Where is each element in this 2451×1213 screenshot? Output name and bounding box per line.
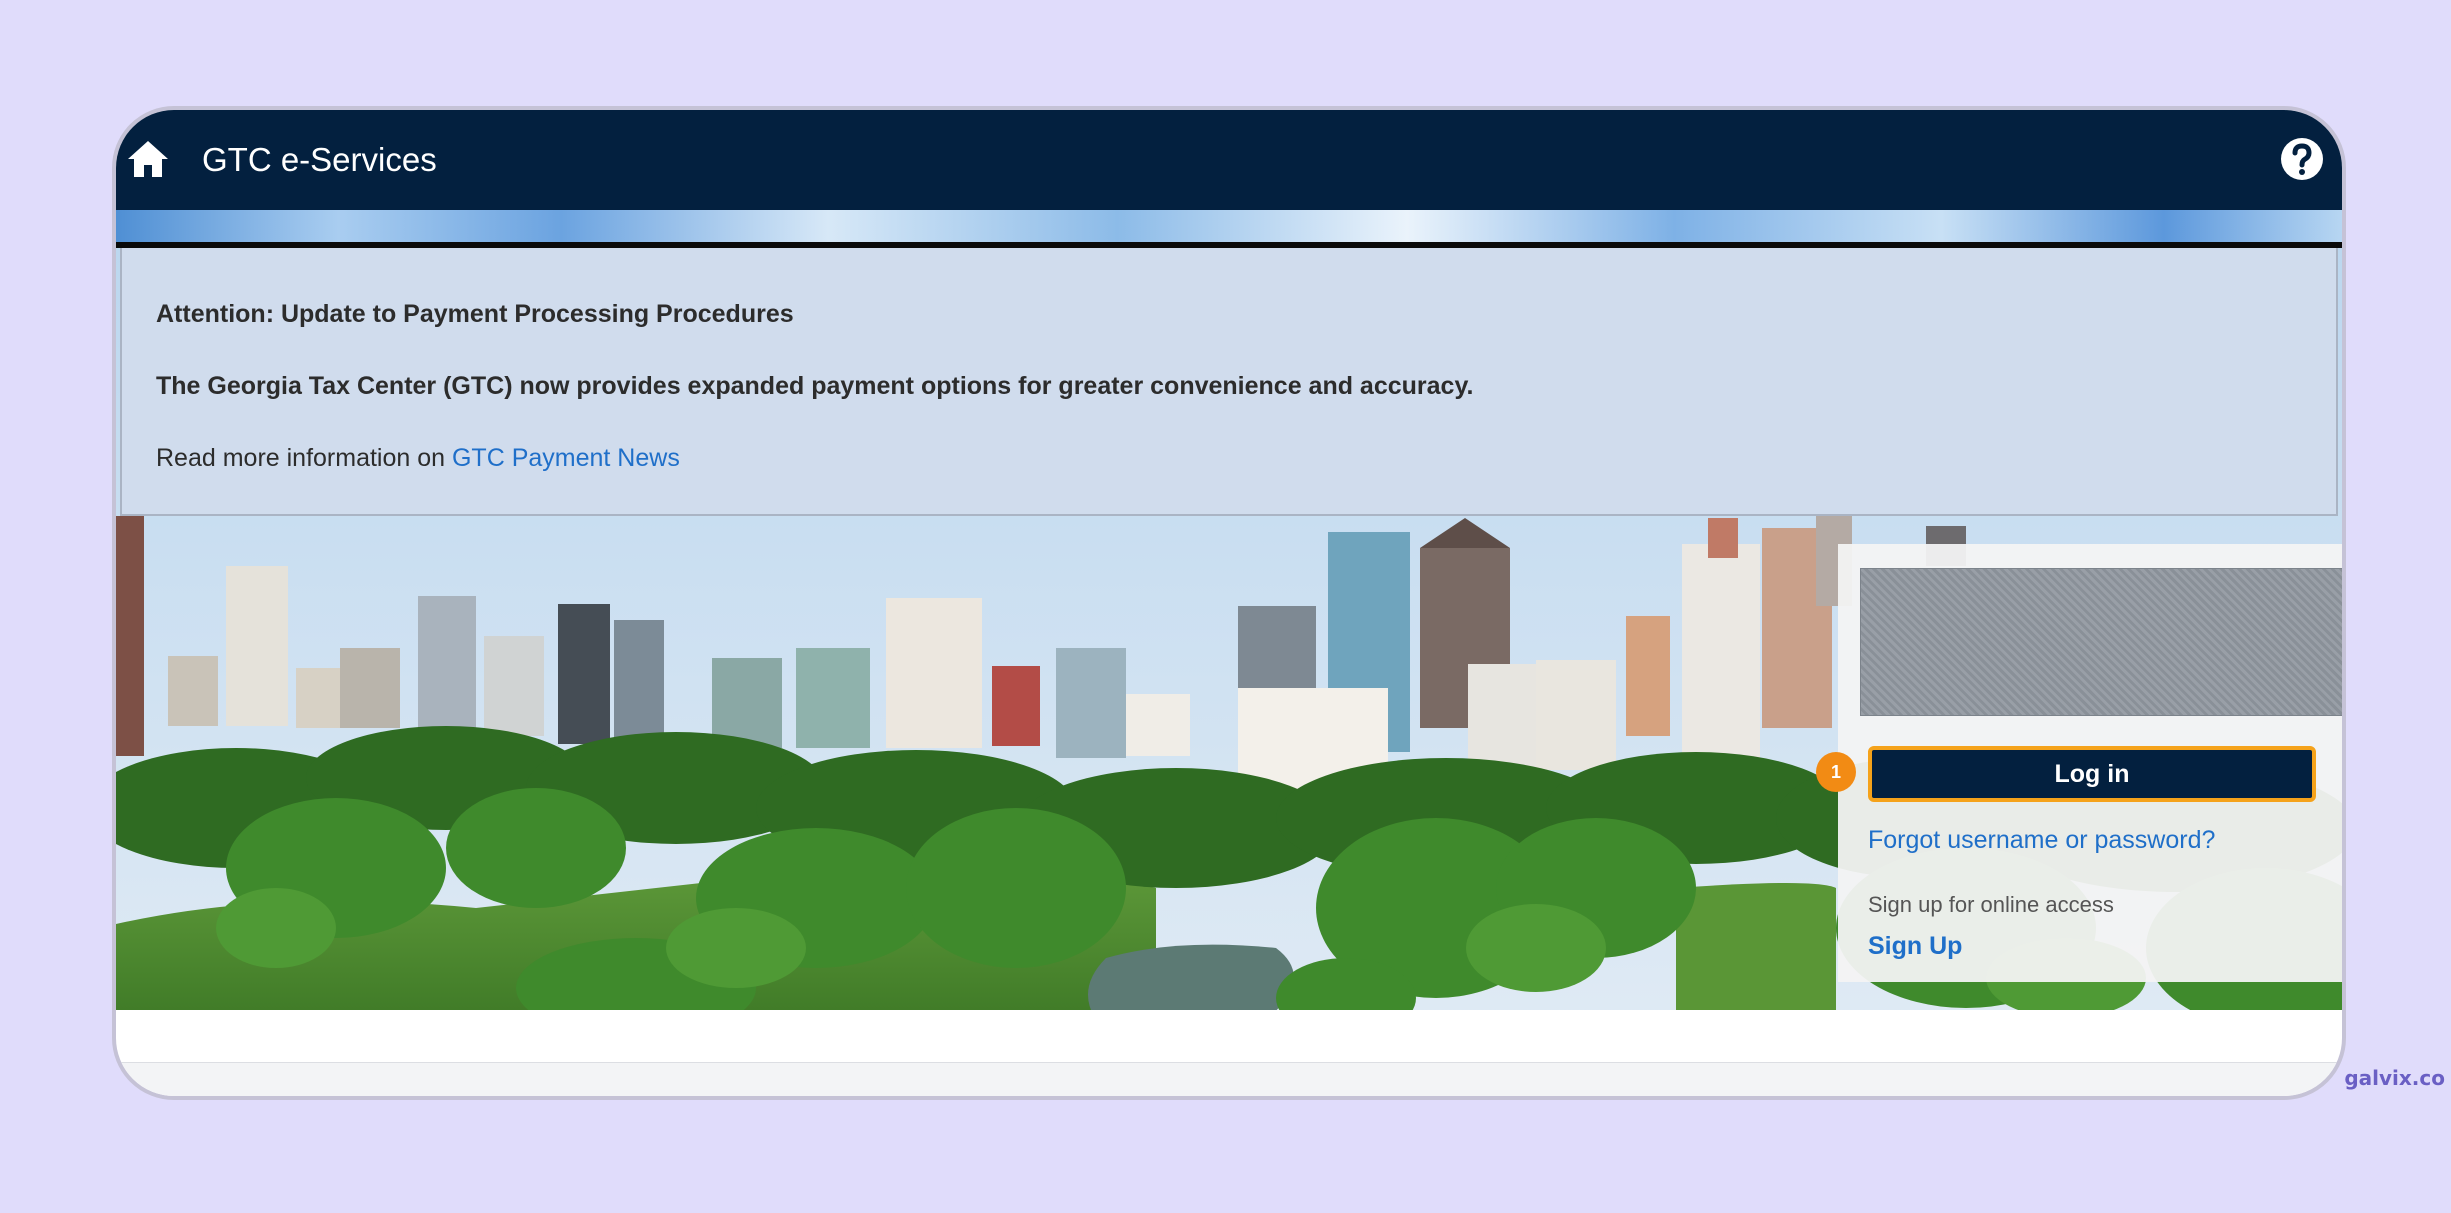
login-banner-image	[1860, 568, 2342, 716]
banner-sky-strip	[116, 210, 2342, 242]
watermark: galvix.co	[2344, 1066, 2445, 1090]
notice-body: The Georgia Tax Center (GTC) now provide…	[156, 372, 1474, 400]
notice-more-prefix: Read more information on	[156, 444, 452, 472]
step-number-badge: 1	[1816, 752, 1856, 792]
notice-title: Attention: Update to Payment Processing …	[156, 300, 794, 328]
page-footer	[116, 1062, 2342, 1096]
top-navigation-bar: GTC e-Services	[116, 110, 2342, 210]
gtc-payment-news-link[interactable]: GTC Payment News	[452, 444, 680, 472]
browser-window: GTC e-Services Attention: Update to Paym…	[112, 106, 2346, 1100]
payment-notice-banner: Attention: Update to Payment Processing …	[120, 248, 2338, 516]
forgot-credentials-link[interactable]: Forgot username or password?	[1868, 826, 2215, 855]
signup-link[interactable]: Sign Up	[1868, 932, 1962, 961]
login-button[interactable]: Log in	[1868, 746, 2316, 802]
home-icon[interactable]	[124, 135, 172, 183]
help-icon[interactable]	[2278, 135, 2326, 183]
notice-more-info: Read more information on GTC Payment New…	[156, 444, 680, 473]
signup-label: Sign up for online access	[1868, 892, 2114, 917]
login-panel: 1 Log in Forgot username or password? Si…	[1816, 544, 2342, 982]
app-title: GTC e-Services	[202, 141, 437, 178]
